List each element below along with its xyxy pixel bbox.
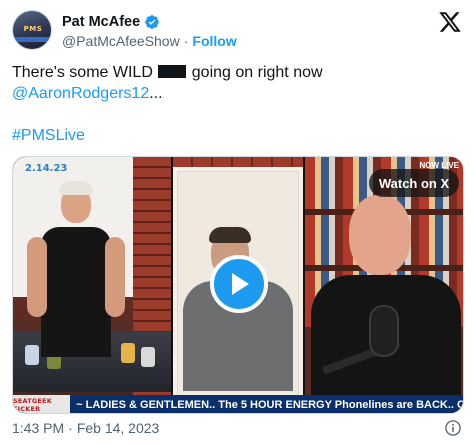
mention-link[interactable]: @AaronRodgers12 (12, 85, 149, 102)
meta-separator: · (68, 420, 73, 436)
ticker-logo: SEATGEEK TICKER (13, 395, 71, 413)
play-button[interactable] (210, 255, 268, 313)
follow-button[interactable]: Follow (192, 33, 236, 49)
watch-on-x-button[interactable]: Watch on X (369, 169, 459, 197)
avatar[interactable]: PMS (12, 10, 52, 50)
x-logo-icon[interactable] (438, 10, 462, 34)
date-overlay: 2.14.23 (25, 163, 68, 174)
speaker-head (349, 195, 411, 275)
brick-strip (173, 157, 303, 167)
tweet-text-before: There's some WILD (12, 64, 153, 81)
ticker-logo-text: SEATGEEK TICKER (13, 397, 52, 413)
tweet-line-1: There's some WILD going on right now (12, 62, 462, 83)
tweet-line-2: @AaronRodgers12... (12, 83, 462, 104)
verified-badge-icon (145, 15, 160, 29)
tweet-line-3: #PMSLive (12, 125, 462, 146)
display-name[interactable]: Pat McAfee (62, 14, 140, 30)
video-player[interactable]: 2.14.23 NOW LIVE SEATGEEK TICKER ~ LADIE… (12, 156, 464, 414)
tweet-text-after: going on right now (191, 64, 323, 81)
video-panel-host: 2.14.23 (13, 157, 171, 413)
name-row: Pat McAfee (62, 12, 160, 32)
tweet-time[interactable]: 1:43 PM (12, 420, 64, 436)
host-arm-right (105, 237, 125, 317)
tweet-ellipsis: ... (149, 85, 163, 102)
tweet-spacer (12, 104, 462, 125)
microphone (369, 305, 399, 357)
avatar-text: PMS (23, 25, 43, 33)
shelf-item (25, 345, 39, 365)
shelf-item (141, 347, 155, 367)
redaction-bar (158, 65, 187, 78)
news-ticker: SEATGEEK TICKER ~ LADIES & GENTLEMEN.. T… (13, 395, 464, 413)
guest-hair (209, 227, 251, 243)
avatar-stripe (13, 37, 51, 42)
tweet-text: There's some WILD going on right now @Aa… (12, 62, 462, 146)
handle-row: @PatMcAfeeShow · Follow (62, 32, 237, 50)
host-arm-left (27, 237, 47, 317)
handle[interactable]: @PatMcAfeeShow (62, 33, 180, 49)
host-figure (41, 227, 111, 357)
tweet-header: PMS Pat McAfee @PatMcAfeeShow · Follow (12, 10, 462, 54)
separator-dot: · (183, 33, 189, 49)
hashtag-link[interactable]: #PMSLive (12, 127, 85, 144)
tweet-date[interactable]: Feb 14, 2023 (77, 420, 160, 436)
info-icon[interactable] (444, 419, 462, 437)
shelf-item (121, 343, 135, 363)
ticker-text: ~ LADIES & GENTLEMEN.. The 5 HOUR ENERGY… (76, 399, 464, 411)
tweet-meta: 1:43 PM · Feb 14, 2023 (12, 418, 462, 438)
play-icon (232, 273, 249, 295)
host-cap (59, 181, 93, 195)
